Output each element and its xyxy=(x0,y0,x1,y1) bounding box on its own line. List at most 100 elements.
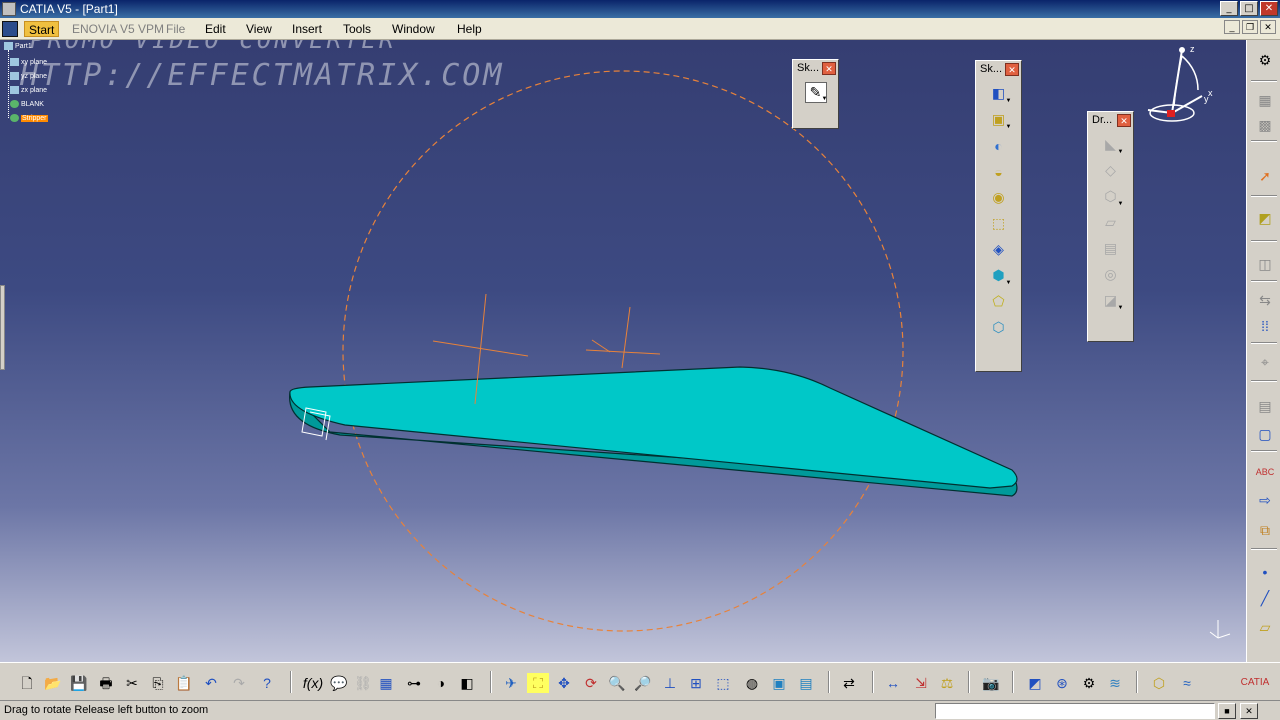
point-icon[interactable]: • xyxy=(1254,562,1276,582)
swap-visible-icon[interactable]: ◧ xyxy=(456,673,478,693)
menu-file[interactable]: File xyxy=(166,22,185,36)
pad-icon[interactable]: ◧ ▼ xyxy=(988,83,1012,104)
doc-minimize-button[interactable]: _ xyxy=(1224,20,1240,34)
menu-help[interactable]: Help xyxy=(457,22,482,36)
tree-item-xy-plane[interactable]: xy plane xyxy=(10,58,47,66)
rib-icon[interactable]: ⬚ xyxy=(988,213,1010,234)
draft-analysis-icon[interactable]: ≈ xyxy=(1176,673,1198,693)
constraint-icon[interactable]: ⇨ xyxy=(1254,490,1276,510)
menu-insert[interactable]: Insert xyxy=(292,22,322,36)
menu-window[interactable]: Window xyxy=(392,22,435,36)
part-top-face[interactable] xyxy=(289,366,1018,489)
removed-multi-section-icon[interactable]: ⬡ xyxy=(988,317,1010,338)
dress-up-features-toolbar[interactable]: Dr... ✕ ◣ ▼ ◇ ⬡ ▼ ▱ ▤ ◎ ◪ ▼ xyxy=(1087,111,1134,342)
hide-show-icon[interactable]: ◑ xyxy=(430,673,452,693)
text-icon[interactable]: ABC xyxy=(1254,462,1276,482)
view-icon[interactable]: ▢ xyxy=(1254,424,1276,444)
redo-icon[interactable]: ↷ xyxy=(228,673,250,693)
update-icon[interactable]: ⇄ xyxy=(838,673,860,693)
compass-icon[interactable] xyxy=(1147,47,1203,122)
material-icon[interactable]: ⧉ xyxy=(1254,520,1276,540)
sketcher-toolbar[interactable]: Sk... ✕ ✎ ▼ xyxy=(792,59,839,129)
minimize-button[interactable]: _ xyxy=(1220,1,1238,16)
groove-icon[interactable]: ◒ xyxy=(988,161,1010,182)
multi-section-solid-icon[interactable]: ⬠ xyxy=(988,291,1010,312)
maximize-button[interactable]: □ xyxy=(1240,1,1258,16)
sketch-circle[interactable] xyxy=(342,70,904,632)
thread-icon[interactable]: ◎ xyxy=(1100,264,1122,285)
sketch-based-toolbar-close[interactable]: ✕ xyxy=(1005,63,1019,76)
pattern-icon[interactable]: ⁞⁞ xyxy=(1254,316,1276,336)
zoom-in-icon[interactable]: 🔍 xyxy=(606,673,628,693)
line-icon[interactable]: ╱ xyxy=(1254,588,1276,608)
status-stop-button[interactable]: ■ xyxy=(1218,703,1236,719)
catia-app-icon[interactable] xyxy=(2,2,16,16)
save-icon[interactable]: 💾 xyxy=(68,673,90,693)
draft-angle-icon[interactable]: ⬡ ▼ xyxy=(1100,186,1123,207)
parameters-icon[interactable]: ⚙ xyxy=(1078,673,1100,693)
hole-icon[interactable]: ◉ xyxy=(988,187,1010,208)
plane-tool-icon[interactable]: ▱ xyxy=(1254,617,1276,637)
menu-view[interactable]: View xyxy=(246,22,272,36)
dress-up-toolbar-close[interactable]: ✕ xyxy=(1117,114,1131,127)
part-scene[interactable]: z x y xyxy=(0,40,1246,662)
measure-item-icon[interactable]: ⇲ xyxy=(910,673,932,693)
swap-space-icon[interactable]: ▤ xyxy=(795,673,817,693)
copy-icon[interactable]: ⎘ xyxy=(147,673,169,693)
sketch-based-features-toolbar[interactable]: Sk... ✕ ◧ ▼ ▣ ▼ ◐ ◒ ◉ ⬚ ◈ ⬢ ▼ ⬠ ⬡ xyxy=(975,60,1022,372)
shading-icon[interactable]: ◍ xyxy=(741,673,763,693)
new-icon[interactable]: 🗋 xyxy=(16,673,38,693)
apply-material-icon[interactable]: ◩ xyxy=(1024,673,1046,693)
3d-viewport[interactable]: z x y PROMO VIDEO CONVERTER HTTP://EFFEC… xyxy=(0,40,1246,662)
comment-icon[interactable]: 💬 xyxy=(328,673,350,693)
surface-analysis-icon[interactable]: ⬡ xyxy=(1148,673,1170,693)
pan-icon[interactable]: ✥ xyxy=(553,673,575,693)
tree-item-stripper[interactable]: Stripper xyxy=(10,114,48,122)
command-input[interactable] xyxy=(935,703,1215,719)
select-arrow-icon[interactable]: ➚ xyxy=(1254,166,1276,186)
undo-icon[interactable]: ↶ xyxy=(200,673,222,693)
capture-icon[interactable]: 📷 xyxy=(980,673,1002,693)
fly-mode-icon[interactable]: ✈ xyxy=(500,673,522,693)
shaft-icon[interactable]: ◐ xyxy=(988,135,1010,156)
annotation-icon[interactable]: ▤ xyxy=(1254,396,1276,416)
zoom-out-icon[interactable]: 🔎 xyxy=(632,673,654,693)
cut-icon[interactable]: ✂ xyxy=(121,673,143,693)
print-icon[interactable]: 🖶 xyxy=(95,673,117,693)
tree-expand-icon[interactable]: ⊶ xyxy=(403,673,425,693)
transform-icon[interactable]: ⇆ xyxy=(1254,290,1276,310)
chamfer-icon[interactable]: ◇ xyxy=(1100,160,1122,181)
menu-edit[interactable]: Edit xyxy=(205,22,226,36)
shell-icon[interactable]: ▱ xyxy=(1100,212,1122,233)
close-button[interactable]: ✕ xyxy=(1260,1,1278,16)
hide-show-view-icon[interactable]: ▣ xyxy=(768,673,790,693)
surface-icon[interactable]: ◩ xyxy=(1254,208,1276,228)
pocket-icon[interactable]: ▣ ▼ xyxy=(988,109,1012,130)
normal-view-icon[interactable]: ⊥ xyxy=(659,673,681,693)
thickness-icon[interactable]: ▤ xyxy=(1100,238,1122,259)
tree-splitter-handle[interactable] xyxy=(0,285,5,370)
formula-icon[interactable]: f(x) xyxy=(302,673,324,693)
paste-icon[interactable]: 📋 xyxy=(173,673,195,693)
multi-view-icon[interactable]: ⊞ xyxy=(685,673,707,693)
gear-icon[interactable]: ⚙ xyxy=(1254,50,1276,70)
part-body-icon[interactable]: ▩ xyxy=(1254,115,1276,135)
iso-view-icon[interactable]: ⬚ xyxy=(712,673,734,693)
stiffener-icon[interactable]: ⬢ ▼ xyxy=(988,265,1011,286)
boolean-icon[interactable]: ◫ xyxy=(1254,254,1276,274)
status-cancel-button[interactable]: ✕ xyxy=(1240,703,1258,719)
menu-start[interactable]: Start xyxy=(24,21,60,37)
edge-fillet-icon[interactable]: ◣ ▼ xyxy=(1100,134,1123,155)
tree-item-yz-plane[interactable]: yz plane xyxy=(10,72,47,80)
rotate-icon[interactable]: ⟳ xyxy=(580,673,602,693)
slot-icon[interactable]: ◈ xyxy=(988,239,1010,260)
measure-inertia-icon[interactable]: ⚖ xyxy=(936,673,958,693)
measure-between-icon[interactable]: ↔ xyxy=(882,673,904,693)
tree-root[interactable]: Part1 xyxy=(4,42,32,50)
catalog-icon[interactable]: ▦ xyxy=(1254,90,1276,110)
doc-restore-button[interactable]: ❐ xyxy=(1242,20,1258,34)
knowledge-icon[interactable]: ⊛ xyxy=(1051,673,1073,693)
tree-item-zx-plane[interactable]: zx plane xyxy=(10,86,47,94)
menu-tools[interactable]: Tools xyxy=(343,22,371,36)
tree-item-blank[interactable]: BLANK xyxy=(10,100,44,108)
